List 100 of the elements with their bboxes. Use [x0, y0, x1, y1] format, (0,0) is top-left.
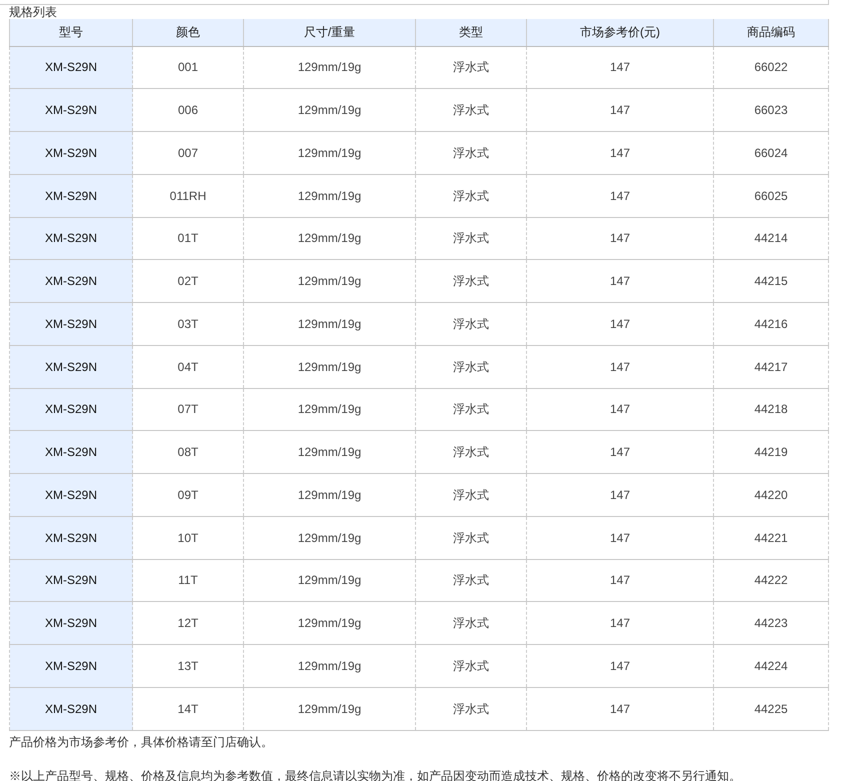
table-cell: XM-S29N — [10, 345, 132, 388]
table-cell: XM-S29N — [10, 302, 132, 346]
table-cell: 001 — [132, 46, 244, 89]
table-cell: 01T — [132, 217, 244, 260]
table-cell: 129mm/19g — [244, 345, 416, 388]
table-cell: 129mm/19g — [244, 644, 416, 688]
table-cell: 66023 — [714, 88, 828, 132]
table-cell: 007 — [132, 132, 244, 174]
table-cell: 10T — [132, 516, 244, 559]
table-cell: 147 — [526, 602, 714, 644]
table-cell: 147 — [526, 217, 714, 260]
table-cell: 44220 — [714, 474, 828, 516]
table-cell: XM-S29N — [10, 388, 132, 431]
table-cell: 129mm/19g — [244, 302, 416, 346]
table-cell: 44219 — [714, 430, 828, 474]
table-cell: XM-S29N — [10, 46, 132, 89]
column-header: 类型 — [416, 19, 526, 46]
table-cell: XM-S29N — [10, 644, 132, 688]
column-header: 市场参考价(元) — [526, 19, 714, 46]
table-cell: 66025 — [714, 174, 828, 217]
table-cell: 03T — [132, 302, 244, 346]
table-cell: 66024 — [714, 132, 828, 174]
table-cell: 浮水式 — [416, 132, 526, 174]
table-cell: 147 — [526, 302, 714, 346]
table-cell: 129mm/19g — [244, 388, 416, 431]
table-cell: 浮水式 — [416, 302, 526, 346]
table-cell: 11T — [132, 559, 244, 602]
table-cell: XM-S29N — [10, 132, 132, 174]
table-cell: 44216 — [714, 302, 828, 346]
table-cell: 44222 — [714, 559, 828, 602]
table-cell: XM-S29N — [10, 687, 132, 730]
table-cell: 147 — [526, 559, 714, 602]
table-cell: 147 — [526, 260, 714, 302]
table-cell: 129mm/19g — [244, 88, 416, 132]
table-cell: 147 — [526, 516, 714, 559]
column-header: 颜色 — [132, 19, 244, 46]
table-cell: XM-S29N — [10, 88, 132, 132]
table-cell: 006 — [132, 88, 244, 132]
table-cell: 浮水式 — [416, 687, 526, 730]
table-cell: 129mm/19g — [244, 687, 416, 730]
column-header: 型号 — [10, 19, 132, 46]
table-cell: 44217 — [714, 345, 828, 388]
table-cell: 02T — [132, 260, 244, 302]
table-cell: 147 — [526, 644, 714, 688]
table-cell: 44214 — [714, 217, 828, 260]
table-cell: 浮水式 — [416, 602, 526, 644]
table-cell: 147 — [526, 46, 714, 89]
table-cell: 09T — [132, 474, 244, 516]
table-cell: 147 — [526, 430, 714, 474]
table-cell: 129mm/19g — [244, 260, 416, 302]
table-cell: 44224 — [714, 644, 828, 688]
table-cell: 44223 — [714, 602, 828, 644]
table-cell: XM-S29N — [10, 430, 132, 474]
table-cell: XM-S29N — [10, 217, 132, 260]
table-cell: 129mm/19g — [244, 46, 416, 89]
table-cell: 147 — [526, 687, 714, 730]
table-cell: 13T — [132, 644, 244, 688]
table-cell: 44218 — [714, 388, 828, 431]
table-cell: XM-S29N — [10, 516, 132, 559]
table-cell: 浮水式 — [416, 260, 526, 302]
table-cell: XM-S29N — [10, 602, 132, 644]
table-cell: 44221 — [714, 516, 828, 559]
table-cell: 04T — [132, 345, 244, 388]
table-cell: XM-S29N — [10, 174, 132, 217]
table-cell: 147 — [526, 88, 714, 132]
table-cell: 129mm/19g — [244, 559, 416, 602]
column-header: 商品编码 — [714, 19, 828, 46]
table-cell: 011RH — [132, 174, 244, 217]
table-cell: 129mm/19g — [244, 132, 416, 174]
table-cell: 浮水式 — [416, 345, 526, 388]
table-cell: 浮水式 — [416, 46, 526, 89]
table-cell: 浮水式 — [416, 88, 526, 132]
table-cell: XM-S29N — [10, 474, 132, 516]
table-cell: 浮水式 — [416, 644, 526, 688]
table-cell: 147 — [526, 345, 714, 388]
table-cell: 浮水式 — [416, 174, 526, 217]
table-cell: 147 — [526, 174, 714, 217]
table-cell: 147 — [526, 132, 714, 174]
table-cell: 12T — [132, 602, 244, 644]
table-cell: XM-S29N — [10, 260, 132, 302]
table-cell: 129mm/19g — [244, 217, 416, 260]
table-cell: 44225 — [714, 687, 828, 730]
table-cell: 08T — [132, 430, 244, 474]
table-cell: 14T — [132, 687, 244, 730]
table-cell: 129mm/19g — [244, 474, 416, 516]
table-cell: XM-S29N — [10, 559, 132, 602]
table-cell: 浮水式 — [416, 430, 526, 474]
table-cell: 44215 — [714, 260, 828, 302]
table-cell: 浮水式 — [416, 559, 526, 602]
disclaimer-note: ※以上产品型号、规格、价格及信息均为参考数值，最终信息请以实物为准，如产品因变动而造成技术、规格、价格的改变将不另行通知。 — [8, 768, 742, 781]
table-cell: 浮水式 — [416, 516, 526, 559]
table-cell: 129mm/19g — [244, 174, 416, 217]
table-cell: 浮水式 — [416, 388, 526, 431]
table-cell: 129mm/19g — [244, 516, 416, 559]
table-cell: 129mm/19g — [244, 430, 416, 474]
table-cell: 147 — [526, 474, 714, 516]
table-cell: 浮水式 — [416, 474, 526, 516]
table-cell: 66022 — [714, 46, 828, 89]
section-title: 规格列表 — [8, 6, 58, 19]
table-cell: 07T — [132, 388, 244, 431]
